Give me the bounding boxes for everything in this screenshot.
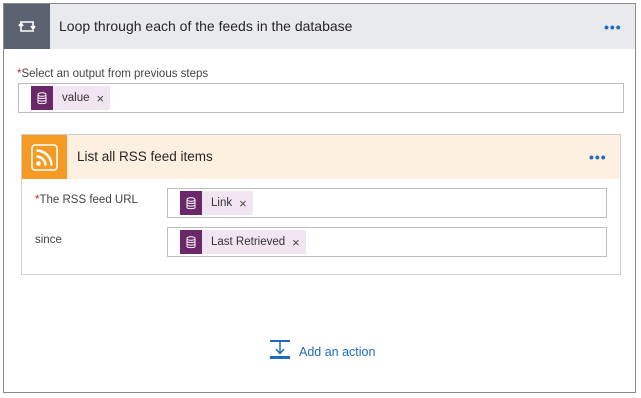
- value-token[interactable]: value ×: [31, 86, 111, 110]
- loop-card-header[interactable]: Loop through each of the feeds in the da…: [4, 4, 635, 49]
- select-output-input[interactable]: value ×: [18, 83, 624, 113]
- apply-to-each-card: Loop through each of the feeds in the da…: [3, 3, 636, 393]
- remove-token-icon[interactable]: ×: [239, 196, 247, 211]
- list-rss-feed-items-card: List all RSS feed items ••• *The RSS fee…: [21, 134, 621, 275]
- last-retrieved-token[interactable]: Last Retrieved ×: [180, 230, 306, 254]
- token-label: value: [62, 92, 90, 104]
- since-label: since: [35, 234, 62, 246]
- token-label: Link: [211, 197, 233, 209]
- since-input[interactable]: Last Retrieved ×: [167, 227, 607, 257]
- database-icon: [180, 191, 202, 215]
- loop-icon: [4, 4, 50, 49]
- select-output-label: *Select an output from previous steps: [17, 68, 208, 80]
- rss-feed-url-input[interactable]: Link ×: [167, 188, 607, 218]
- add-an-action-button[interactable]: Add an action: [269, 339, 376, 365]
- since-label-text: since: [35, 234, 62, 246]
- action-title: List all RSS feed items: [77, 149, 213, 164]
- rss-feed-url-label: *The RSS feed URL: [35, 194, 138, 206]
- select-output-label-text: Select an output from previous steps: [21, 68, 209, 80]
- token-label: Last Retrieved: [211, 236, 286, 248]
- rss-icon: [22, 135, 67, 179]
- add-action-label: Add an action: [299, 345, 376, 359]
- loop-more-options-icon[interactable]: •••: [604, 20, 622, 34]
- link-token[interactable]: Link ×: [180, 191, 253, 215]
- remove-token-icon[interactable]: ×: [292, 235, 300, 250]
- database-icon: [180, 230, 202, 254]
- loop-title: Loop through each of the feeds in the da…: [59, 18, 353, 34]
- rss-feed-url-label-text: The RSS feed URL: [39, 194, 138, 206]
- add-action-icon: [269, 339, 291, 365]
- action-card-header[interactable]: List all RSS feed items •••: [22, 135, 620, 179]
- action-more-options-icon[interactable]: •••: [589, 150, 607, 164]
- remove-token-icon[interactable]: ×: [97, 91, 105, 106]
- database-icon: [31, 86, 53, 110]
